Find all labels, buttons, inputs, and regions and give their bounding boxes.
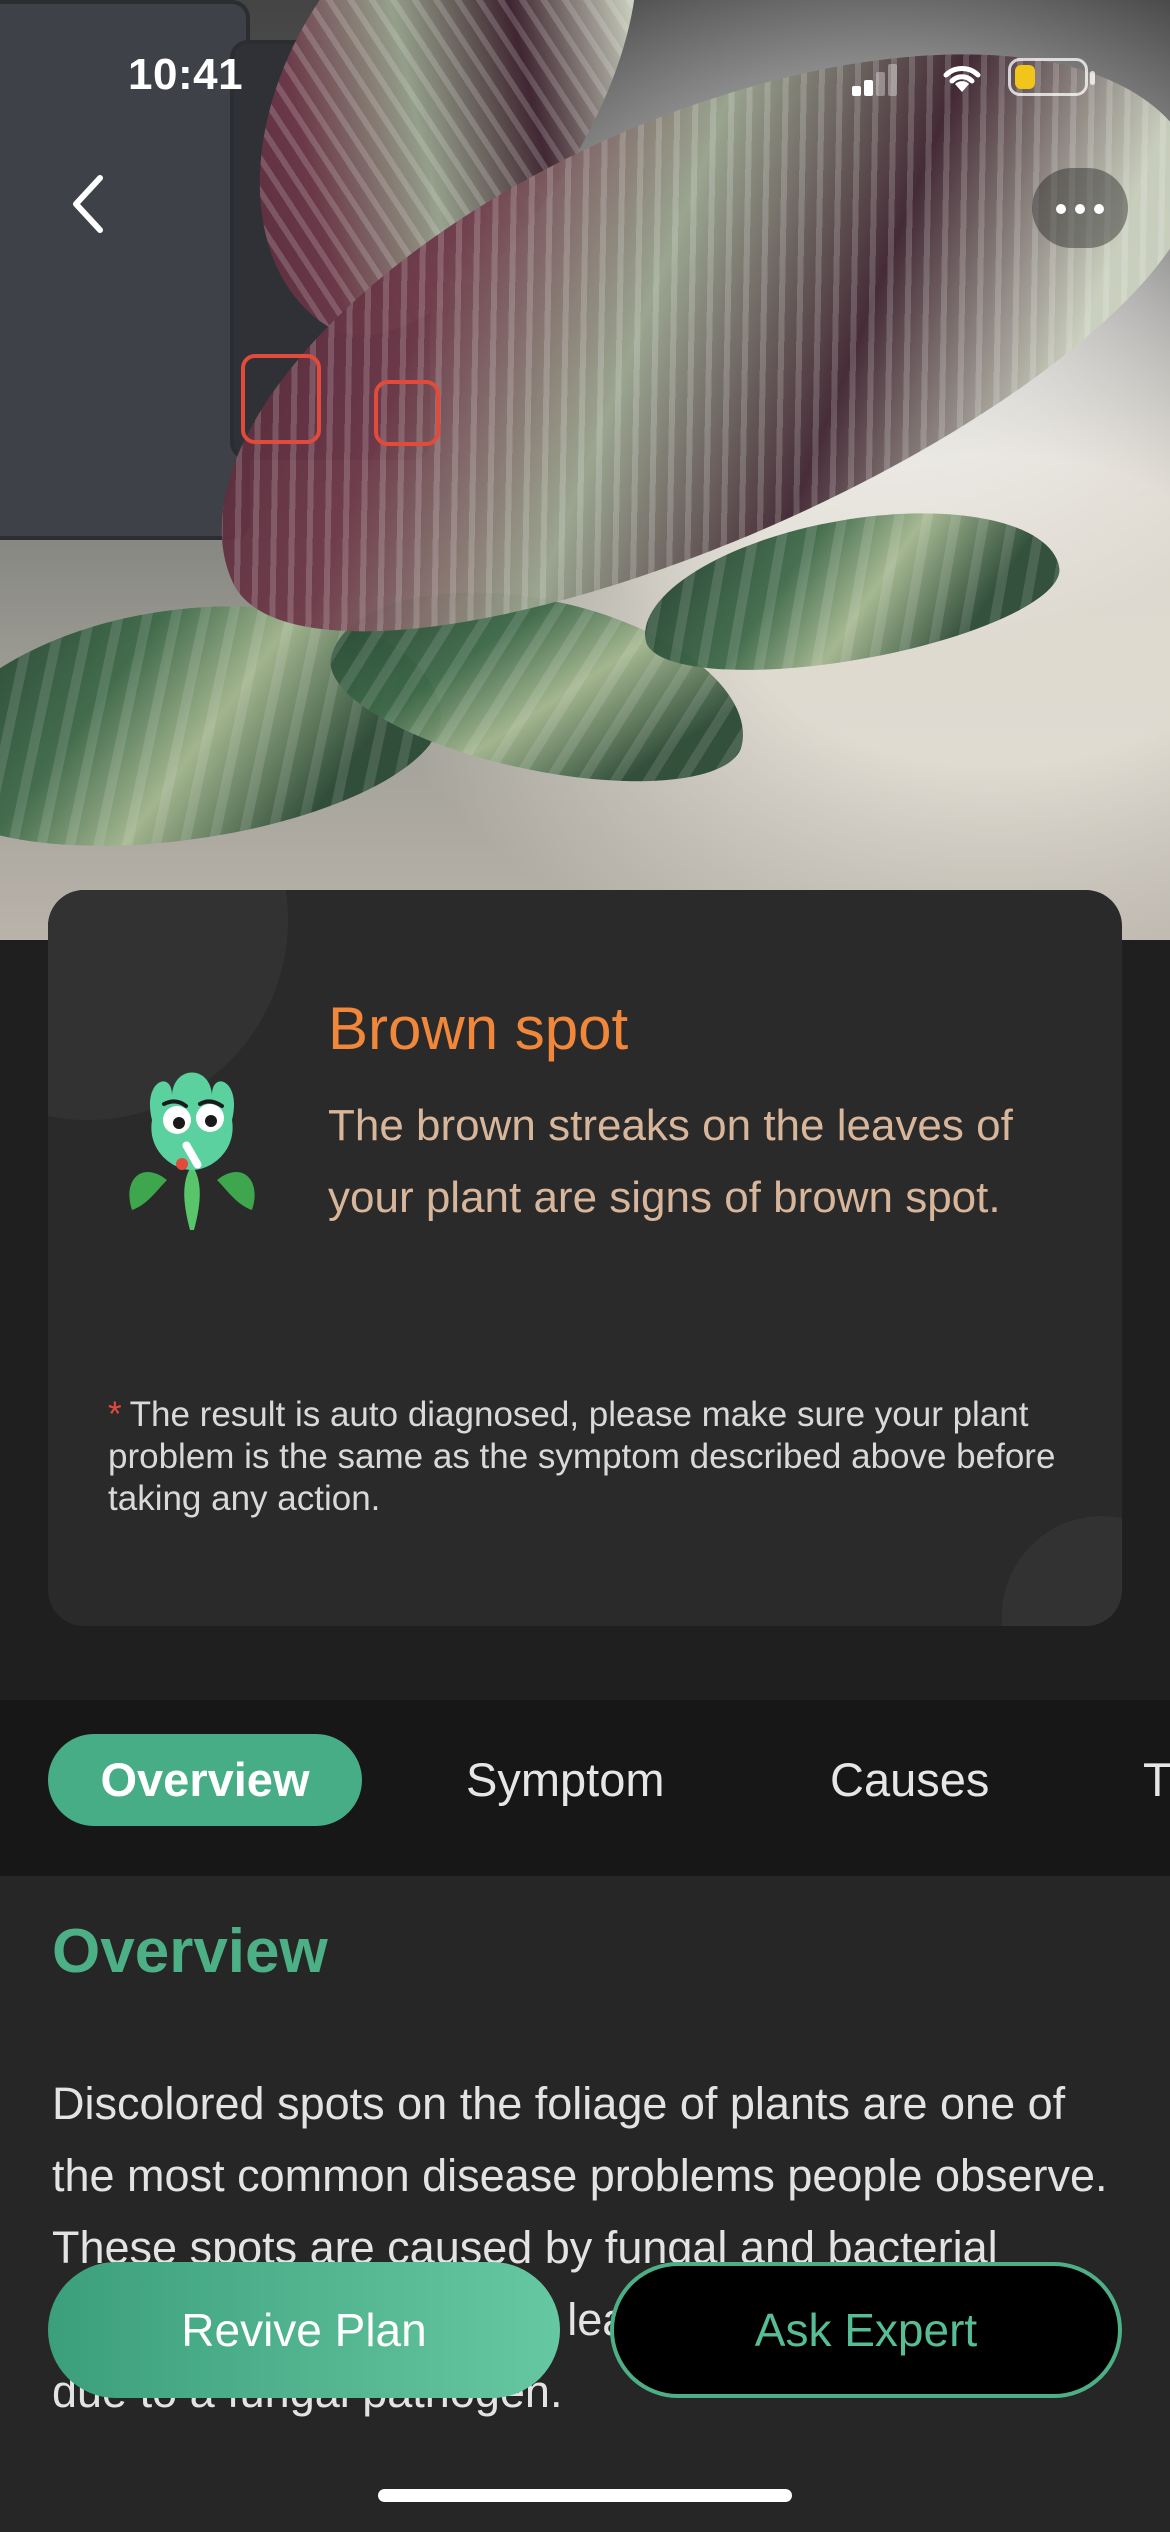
diagnosis-description: The brown streaks on the leaves of your … [328,1101,1013,1222]
content-section: Overview Discolored spots on the foliage… [0,1876,1170,2532]
brown-spot-marker[interactable] [241,354,321,444]
diagnosis-card: Brown spot The brown streaks on the leav… [48,890,1122,1626]
card-decoration [1002,1516,1122,1626]
back-button[interactable] [56,168,128,240]
revive-plan-button[interactable]: Revive Plan [48,2262,560,2398]
tab-bar: Overview Symptom Causes T [0,1700,1170,1876]
chevron-left-icon [73,175,103,233]
battery-icon [1008,58,1095,96]
ellipsis-icon [1056,204,1066,214]
tab-causes[interactable]: Causes [830,1734,989,1826]
status-time: 10:41 [128,50,244,99]
diagnosis-title: Brown spot [328,995,629,1062]
tab-overview[interactable]: Overview [48,1734,362,1826]
tab-symptom[interactable]: Symptom [466,1734,665,1826]
brown-spot-marker[interactable] [374,380,440,446]
tab-treatment[interactable]: T [1143,1734,1170,1826]
section-title: Overview [52,1917,328,1986]
diagnosis-note: * The result is auto diagnosed, please ma… [108,1394,1068,1520]
note-asterisk: * [108,1395,122,1434]
cellular-signal-icon [852,64,898,96]
note-text: The result is auto diagnosed, please mak… [108,1395,1056,1518]
more-options-button[interactable] [1032,168,1128,248]
ask-expert-button[interactable]: Ask Expert [610,2262,1122,2398]
wifi-icon [943,66,981,92]
status-bar: 10:41 [0,0,1170,150]
sick-plant-mascot-icon [129,1072,255,1230]
home-indicator [378,2489,792,2502]
